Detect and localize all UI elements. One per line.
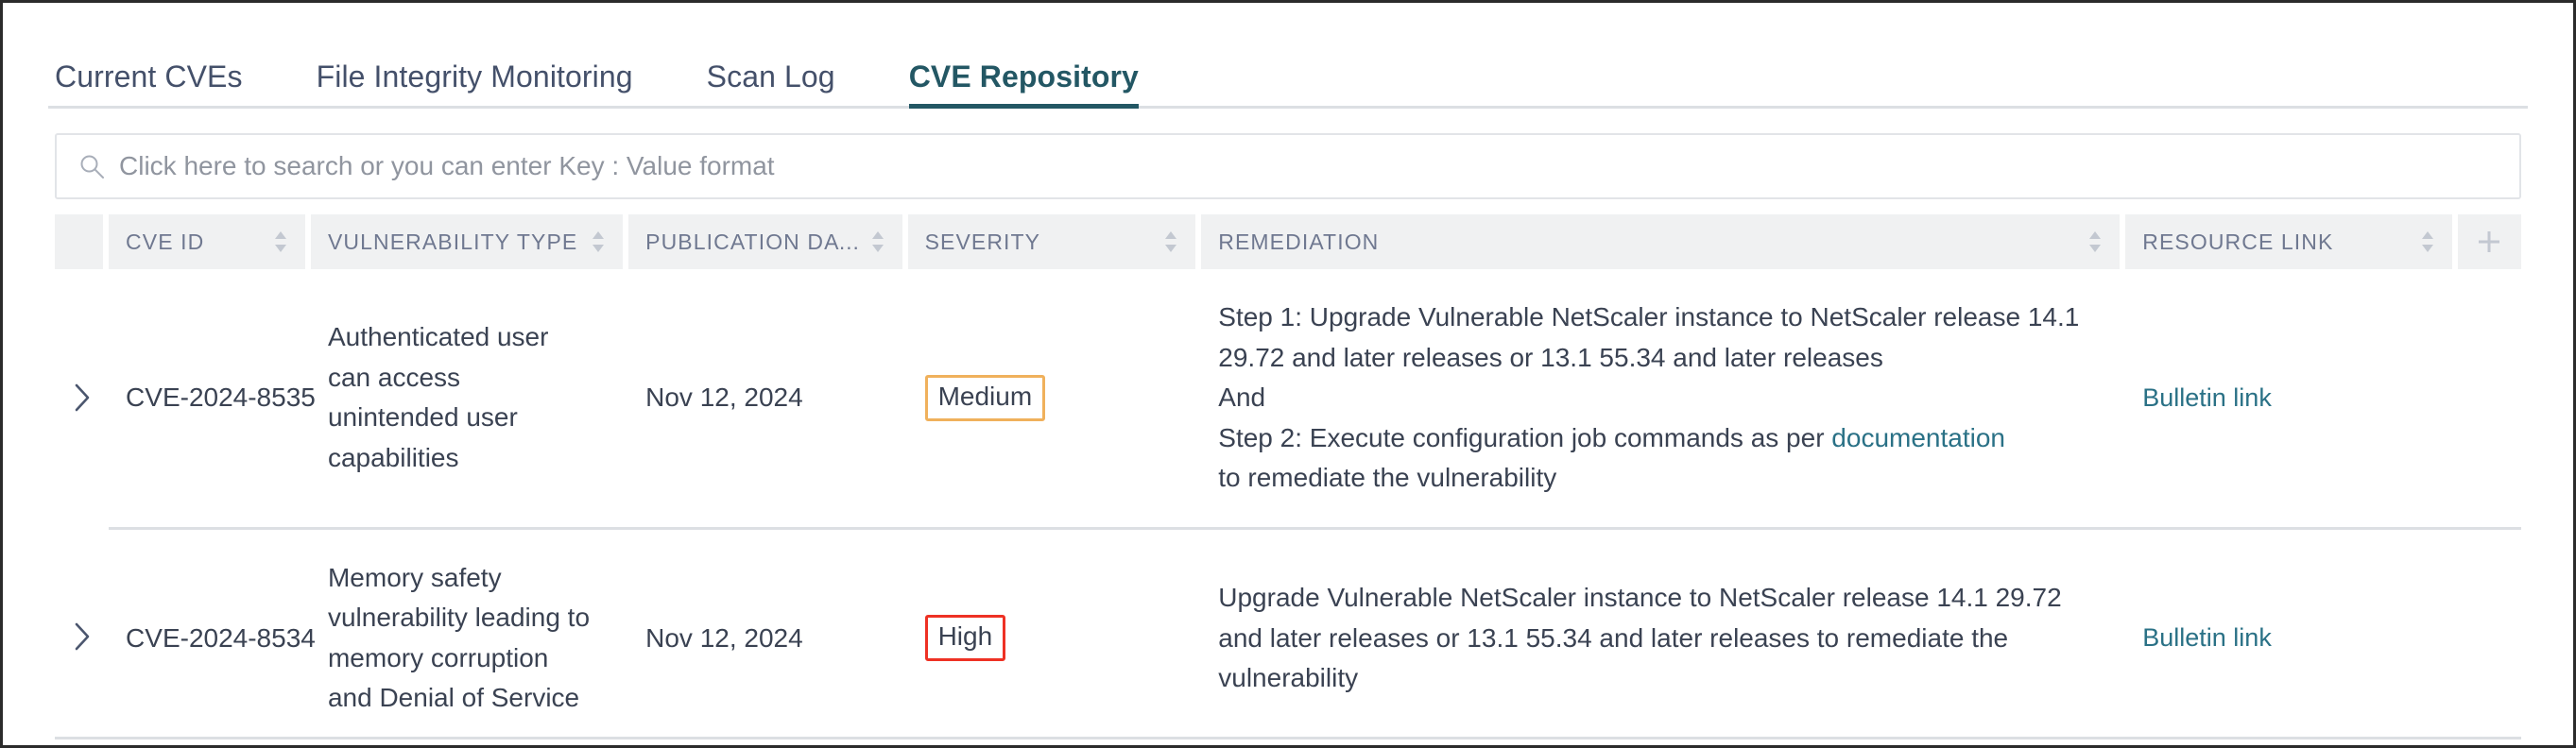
- expand-row-button[interactable]: [55, 381, 109, 415]
- cell-remediation: Step 1: Upgrade Vulnerable NetScaler ins…: [1201, 269, 2126, 527]
- cell-cve-id: CVE-2024-8534: [109, 526, 316, 745]
- header-label-cve-id: CVE ID: [126, 229, 205, 254]
- row-expand-cell[interactable]: [55, 526, 110, 745]
- header-cell-severity[interactable]: SEVERITY: [907, 214, 1202, 269]
- search-icon: [77, 152, 106, 180]
- remediation-line: Step 2: Execute configuration job comman…: [1218, 418, 2108, 459]
- app-window: Current CVEs File Integrity Monitoring S…: [0, 0, 2576, 748]
- vulnerability-type-value: Authenticated user can access unintended…: [327, 322, 549, 472]
- header-label-publication-date: PUBLICATION DATE: [645, 229, 861, 254]
- cve-table-container: CVE ID VULNERABILITY TYPE PUBLICATION DA…: [3, 199, 2573, 745]
- header-label-resource-link: RESOURCE LINK: [2142, 229, 2334, 254]
- table-row[interactable]: CVE-2024-8535 Authenticated user can acc…: [55, 269, 2521, 527]
- remediation-value: Upgrade Vulnerable NetScaler instance to…: [1201, 550, 2125, 727]
- publication-date-value: Nov 12, 2024: [645, 382, 803, 413]
- remediation-value: Step 1: Upgrade Vulnerable NetScaler ins…: [1201, 269, 2125, 527]
- chevron-right-icon: [72, 620, 93, 654]
- cell-publication-date: Nov 12, 2024: [628, 526, 908, 745]
- tab-current-cves[interactable]: Current CVEs: [55, 61, 243, 109]
- cell-resource-link: Bulletin link: [2125, 269, 2458, 527]
- header-label-remediation: REMEDIATION: [1218, 229, 1380, 254]
- status-badge: Medium: [924, 374, 1046, 421]
- header-cell-publication-date[interactable]: PUBLICATION DATE: [628, 214, 908, 269]
- cve-table: CVE ID VULNERABILITY TYPE PUBLICATION DA…: [55, 214, 2521, 745]
- documentation-link[interactable]: documentation: [1831, 423, 2005, 452]
- remediation-line: Step 1: Upgrade Vulnerable NetScaler ins…: [1218, 302, 2080, 372]
- header-row: CVE ID VULNERABILITY TYPE PUBLICATION DA…: [55, 214, 2521, 269]
- cell-vulnerability-type: Memory safety vulnerability leading to m…: [310, 526, 629, 745]
- sort-icon-publication-date[interactable]: [870, 230, 885, 254]
- remediation-line: And: [1218, 382, 1266, 413]
- sort-icon-vulnerability-type[interactable]: [591, 230, 606, 254]
- bulletin-link[interactable]: Bulletin link: [2142, 623, 2272, 652]
- tab-bar: Current CVEs File Integrity Monitoring S…: [3, 3, 2573, 109]
- header-label-vulnerability-type: VULNERABILITY TYPE: [327, 229, 578, 254]
- publication-date-value: Nov 12, 2024: [645, 622, 803, 653]
- table-row[interactable]: CVE-2024-8534 Memory safety vulnerabilit…: [55, 526, 2521, 745]
- header-cell-remediation[interactable]: REMEDIATION: [1201, 214, 2126, 269]
- cve-table-header: CVE ID VULNERABILITY TYPE PUBLICATION DA…: [55, 214, 2521, 269]
- cell-vulnerability-type: Authenticated user can access unintended…: [310, 269, 629, 527]
- search-area: [3, 109, 2573, 199]
- chevron-right-icon: [72, 381, 93, 415]
- cell-spacer: [2457, 526, 2521, 745]
- sort-icon-remediation[interactable]: [2087, 230, 2103, 254]
- cell-severity: Medium: [907, 269, 1202, 527]
- header-cell-add-column[interactable]: [2457, 214, 2521, 269]
- cell-severity: High: [907, 526, 1202, 745]
- tab-cve-repository[interactable]: CVE Repository: [908, 61, 1140, 109]
- cve-id-value: CVE-2024-8534: [126, 622, 316, 653]
- header-cell-expand: [55, 214, 110, 269]
- expand-row-button[interactable]: [55, 620, 109, 654]
- vulnerability-type-value: Memory safety vulnerability leading to m…: [327, 562, 591, 713]
- remediation-text: Step 2: Execute configuration job comman…: [1218, 422, 1832, 452]
- status-badge: High: [924, 615, 1006, 662]
- cell-remediation: Upgrade Vulnerable NetScaler instance to…: [1201, 526, 2126, 745]
- cell-resource-link: Bulletin link: [2125, 526, 2458, 745]
- sort-icon-severity[interactable]: [1163, 230, 1178, 254]
- plus-icon[interactable]: [2475, 228, 2503, 256]
- remediation-line: Upgrade Vulnerable NetScaler instance to…: [1218, 583, 2062, 693]
- header-cell-vulnerability-type[interactable]: VULNERABILITY TYPE: [310, 214, 629, 269]
- remediation-line: to remediate the vulnerability: [1218, 463, 1557, 493]
- bulletin-link[interactable]: Bulletin link: [2142, 383, 2272, 412]
- search-box[interactable]: [55, 133, 2521, 199]
- sort-icon-resource-link[interactable]: [2420, 230, 2435, 254]
- header-cell-cve-id[interactable]: CVE ID: [109, 214, 311, 269]
- cve-table-body: CVE-2024-8535 Authenticated user can acc…: [55, 269, 2521, 745]
- tab-scan-log[interactable]: Scan Log: [707, 61, 835, 109]
- row-expand-cell[interactable]: [55, 269, 110, 527]
- cell-cve-id: CVE-2024-8535: [109, 269, 316, 527]
- search-input[interactable]: [119, 151, 2499, 181]
- cell-spacer: [2457, 269, 2521, 527]
- tab-file-integrity-monitoring[interactable]: File Integrity Monitoring: [317, 61, 633, 109]
- sort-icon-cve-id[interactable]: [273, 230, 288, 254]
- cve-id-value: CVE-2024-8535: [126, 382, 316, 413]
- cell-publication-date: Nov 12, 2024: [628, 269, 908, 527]
- cve-repository-panel: Current CVEs File Integrity Monitoring S…: [3, 3, 2573, 745]
- header-cell-resource-link[interactable]: RESOURCE LINK: [2125, 214, 2458, 269]
- header-label-severity: SEVERITY: [924, 229, 1041, 254]
- table-bottom-divider: [55, 737, 2521, 740]
